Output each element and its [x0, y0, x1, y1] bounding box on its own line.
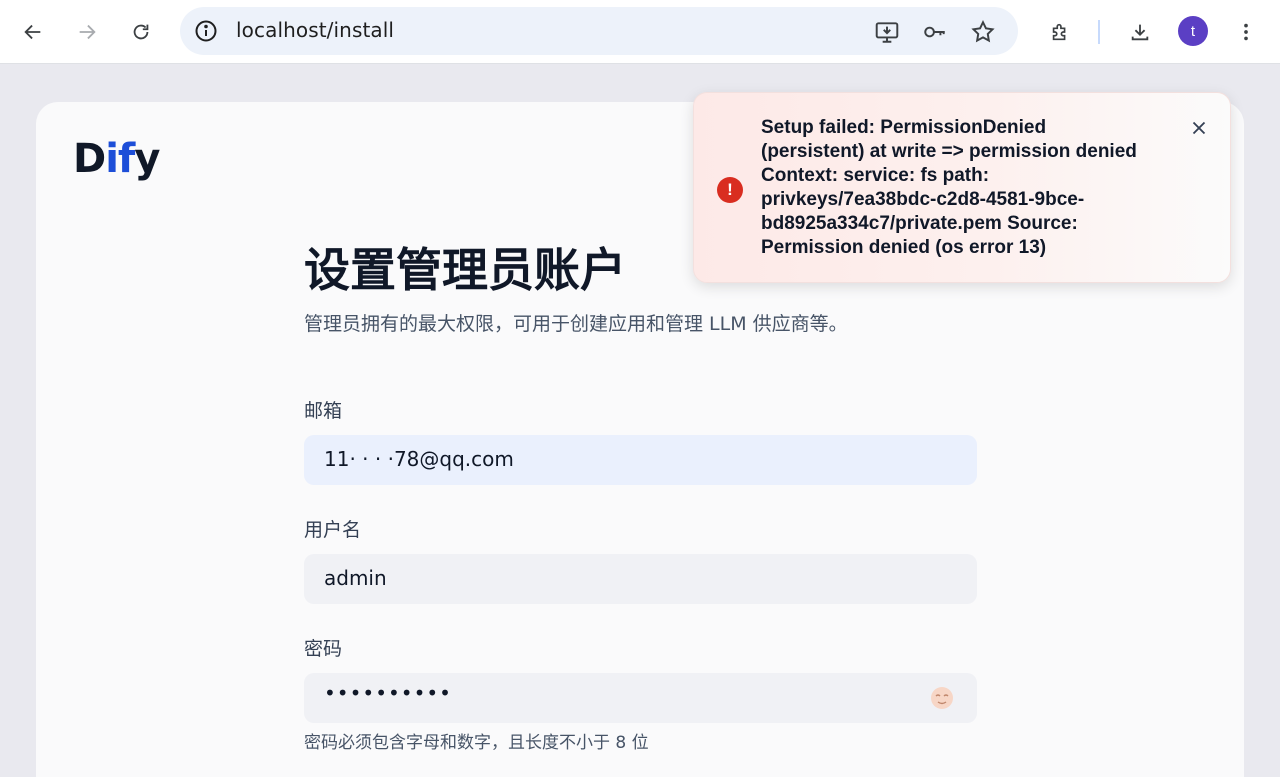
username-value: admin: [324, 566, 387, 590]
toolbar-divider: [1098, 20, 1100, 44]
dify-logo: Dify: [73, 136, 160, 182]
logo-part-1: D: [73, 136, 106, 182]
downloads-button[interactable]: [1120, 12, 1160, 52]
puzzle-icon: [1052, 23, 1066, 41]
logo-part-3: y: [134, 136, 160, 182]
arrow-right-icon: [79, 24, 96, 40]
error-toast: ! Setup failed: PermissionDenied (persis…: [693, 92, 1231, 283]
browser-toolbar: localhost/install t: [0, 0, 1280, 64]
arrow-left-icon: [24, 24, 41, 40]
email-field[interactable]: 11· · · ·78@qq.com: [304, 435, 977, 485]
key-icon[interactable]: [922, 19, 948, 45]
toast-message: Setup failed: PermissionDenied (persiste…: [761, 117, 1137, 258]
url-text: localhost/install: [236, 18, 395, 42]
site-info-icon[interactable]: [194, 19, 218, 43]
username-field[interactable]: admin: [304, 554, 977, 604]
password-hint: 密码必须包含字母和数字，且长度不小于 8 位: [304, 733, 649, 753]
install-app-icon[interactable]: [874, 19, 900, 45]
reload-button[interactable]: [121, 12, 161, 52]
password-label: 密码: [304, 638, 343, 660]
email-value: 11· · · ·78@qq.com: [324, 447, 514, 471]
email-label: 邮箱: [304, 400, 343, 422]
password-value: ••••••••••: [324, 681, 452, 705]
profile-avatar[interactable]: t: [1178, 16, 1208, 46]
page-title: 设置管理员账户: [304, 243, 626, 297]
close-icon[interactable]: [1188, 117, 1210, 139]
browser-menu-button[interactable]: [1226, 12, 1266, 52]
error-icon: !: [717, 177, 743, 203]
show-password-icon[interactable]: [929, 685, 955, 711]
more-vertical-icon: [1244, 23, 1248, 41]
bookmark-star-icon[interactable]: [970, 19, 996, 45]
logo-part-2: if: [105, 136, 135, 182]
username-label: 用户名: [304, 519, 362, 541]
forward-button[interactable]: [67, 12, 107, 52]
back-button[interactable]: [13, 12, 53, 52]
address-bar[interactable]: localhost/install: [180, 7, 1018, 55]
page-subtitle: 管理员拥有的最大权限，可用于创建应用和管理 LLM 供应商等。: [304, 313, 848, 335]
download-icon: [1131, 24, 1149, 41]
password-field[interactable]: ••••••••••: [304, 673, 977, 723]
extensions-button[interactable]: [1040, 12, 1080, 52]
reload-icon: [133, 24, 149, 40]
